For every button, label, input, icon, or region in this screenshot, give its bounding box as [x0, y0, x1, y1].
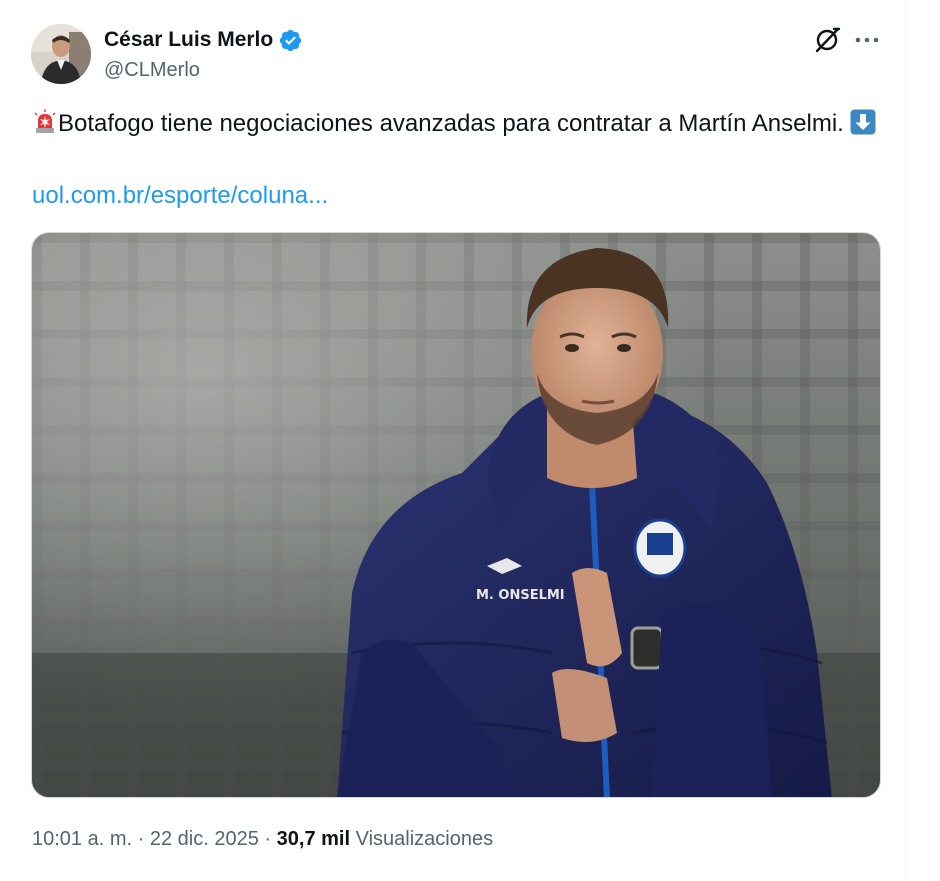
more-icon[interactable]: [853, 28, 881, 52]
jacket-text: M. ONSELMI: [476, 588, 565, 603]
siren-icon: [32, 109, 58, 135]
tweet-meta: 10:01 a. m. · 22 dic. 2025 · 30,7 mil Vi…: [32, 826, 493, 852]
tweet-date[interactable]: 22 dic. 2025: [150, 828, 259, 850]
views-label: Visualizaciones: [355, 828, 494, 850]
verified-badge-icon: [278, 28, 303, 53]
views-count: 30,7 mil: [276, 828, 351, 850]
tweet-card: César Luis Merlo @CLMerlo Botafogo tiene…: [0, 0, 940, 881]
tweet-text: Botafogo tiene negociaciones avanzadas p…: [32, 106, 882, 142]
avatar[interactable]: [31, 24, 91, 84]
author-name-row[interactable]: César Luis Merlo: [104, 27, 303, 53]
tweet-timestamp[interactable]: 10:01 a. m. · 22 dic. 2025: [32, 828, 259, 850]
down-arrow-icon: [850, 109, 876, 135]
column-divider: [905, 0, 906, 881]
grok-icon[interactable]: [812, 25, 842, 55]
tweet-media-image[interactable]: M. ONSELMI: [31, 232, 881, 798]
author-handle[interactable]: @CLMerlo: [104, 58, 200, 82]
meta-separator: ·: [137, 828, 145, 850]
author-display-name[interactable]: César Luis Merlo: [104, 27, 273, 53]
tweet-link[interactable]: uol.com.br/esporte/coluna...: [32, 178, 328, 214]
tweet-body: Botafogo tiene negociaciones avanzadas p…: [58, 110, 844, 137]
tweet-time[interactable]: 10:01 a. m.: [32, 828, 132, 850]
meta-separator-2: ·: [264, 828, 272, 850]
